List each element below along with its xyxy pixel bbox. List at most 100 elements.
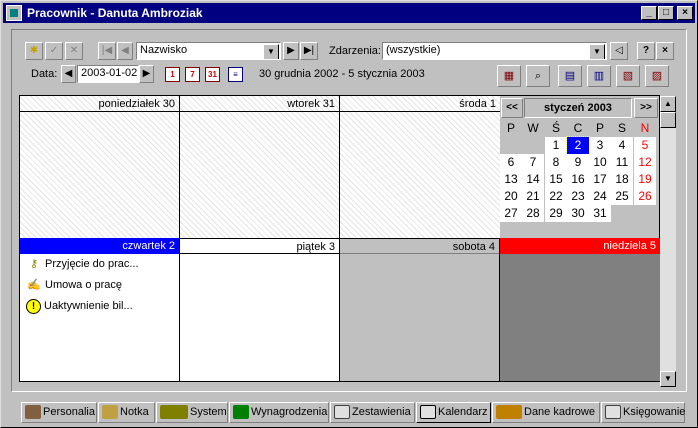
next-record-icon[interactable]: ▶ xyxy=(283,42,299,60)
first-record-icon[interactable]: |◀ xyxy=(98,42,116,60)
tab-notka[interactable]: Notka xyxy=(98,402,155,423)
events-select[interactable]: (wszystkie) ▼ xyxy=(382,42,607,60)
accept-icon[interactable]: ✓ xyxy=(45,42,63,60)
document-settings-icon[interactable]: ▥ xyxy=(587,65,611,87)
mini-day[interactable]: 9 xyxy=(567,154,589,171)
mini-day[interactable]: 26 xyxy=(634,188,656,205)
mini-day[interactable]: 17 xyxy=(589,171,611,188)
mini-day[interactable]: 11 xyxy=(611,154,633,171)
mini-day[interactable]: 19 xyxy=(634,171,656,188)
back-icon[interactable]: ◁ xyxy=(610,42,628,60)
new-icon[interactable]: ✱ xyxy=(25,42,43,60)
mini-day[interactable]: 29 xyxy=(545,205,567,222)
mini-day[interactable]: 31 xyxy=(589,205,611,222)
close-button[interactable]: × xyxy=(677,6,693,20)
day-cell-sunday[interactable]: niedziela 5 xyxy=(500,238,660,381)
day-cell-thursday[interactable]: czwartek 2 ⚷ Przyjęcie do prac... ✍ Umowa … xyxy=(20,238,180,381)
mini-day[interactable]: 3 xyxy=(589,137,611,154)
tab-label: System xyxy=(190,406,227,418)
event-item[interactable]: ! Uaktywnienie bil... xyxy=(26,297,133,315)
tab-personalia[interactable]: Personalia xyxy=(21,402,97,423)
month-label: styczeń 2003 xyxy=(524,98,632,118)
help-icon[interactable]: ? xyxy=(637,42,655,60)
tab-kalendarz[interactable]: Kalendarz xyxy=(416,402,491,423)
document-icon[interactable]: ▤ xyxy=(558,65,582,87)
tab-dane-kadrowe[interactable]: Dane kadrowe xyxy=(492,402,600,423)
date-prev-icon[interactable]: ◀ xyxy=(61,65,76,83)
mini-day[interactable]: 28 xyxy=(522,205,544,222)
mini-day[interactable]: 10 xyxy=(589,154,611,171)
weekday-label: Ś xyxy=(551,121,560,135)
mini-day[interactable]: 27 xyxy=(500,205,522,222)
app-icon[interactable] xyxy=(6,5,22,21)
tab-zestawienia[interactable]: Zestawienia xyxy=(330,402,415,423)
tab-system[interactable]: System xyxy=(156,402,228,423)
title-bar[interactable]: Pracownik - Danuta Ambroziak _ □ × xyxy=(3,3,695,23)
day-header: poniedziałek 30 xyxy=(20,96,179,112)
next-month-button[interactable]: >> xyxy=(634,98,658,118)
mini-day[interactable]: 8 xyxy=(545,154,567,171)
scroll-down-icon[interactable]: ▼ xyxy=(660,371,676,387)
mini-day[interactable]: 14 xyxy=(522,171,544,188)
mini-day[interactable]: 6 xyxy=(500,154,522,171)
mini-day[interactable]: 18 xyxy=(611,171,633,188)
mini-day[interactable]: 22 xyxy=(545,188,567,205)
calendar-icon[interactable]: ▦ xyxy=(497,65,521,87)
mini-day[interactable]: 12 xyxy=(634,154,656,171)
warning-icon: ! xyxy=(26,298,41,314)
mini-day[interactable]: 5 xyxy=(634,137,656,154)
mini-day[interactable]: 21 xyxy=(522,188,544,205)
scroll-thumb[interactable] xyxy=(660,112,676,128)
date-next-icon[interactable]: ▶ xyxy=(139,65,154,83)
sort-select[interactable]: Nazwisko ▼ xyxy=(136,42,281,60)
day-cell-wednesday[interactable]: środa 1 xyxy=(340,96,500,239)
tab-label: Dane kadrowe xyxy=(524,406,595,418)
empty-day xyxy=(522,137,544,154)
prev-record-icon[interactable]: ◀ xyxy=(117,42,133,60)
search-icon[interactable]: ⌕ xyxy=(526,65,550,87)
mini-day[interactable]: 16 xyxy=(567,171,589,188)
window-title: Pracownik - Danuta Ambroziak xyxy=(27,6,203,20)
mini-day-selected[interactable]: 2 xyxy=(566,136,590,155)
mini-day[interactable]: 20 xyxy=(500,188,522,205)
mini-day[interactable]: 7 xyxy=(522,154,544,171)
day-cell-monday[interactable]: poniedziałek 30 xyxy=(20,96,180,239)
event-item[interactable]: ✍ Umowa o pracę xyxy=(26,276,122,294)
scroll-up-icon[interactable]: ▲ xyxy=(660,96,676,112)
week-view-button[interactable]: 7 xyxy=(185,67,200,82)
cancel-icon[interactable]: ✕ xyxy=(65,42,83,60)
events-label: Zdarzenia: xyxy=(329,45,381,57)
tab-label: Notka xyxy=(120,406,149,418)
event-item[interactable]: ⚷ Przyjęcie do prac... xyxy=(26,255,139,273)
minimize-button[interactable]: _ xyxy=(641,6,657,20)
vertical-scrollbar[interactable]: ▲ ▼ xyxy=(660,96,676,387)
mini-day[interactable]: 30 xyxy=(567,205,589,222)
planner-icon[interactable]: ▨ xyxy=(645,65,669,87)
month-view-button[interactable]: 31 xyxy=(205,67,220,82)
day-cell-saturday[interactable]: sobota 4 xyxy=(340,238,500,381)
day-view-button[interactable]: 1 xyxy=(165,67,180,82)
mini-day[interactable]: 23 xyxy=(567,188,589,205)
person-icon xyxy=(25,405,41,420)
weekday-label: W xyxy=(527,121,539,135)
tab-ksiegowanie[interactable]: Księgowanie xyxy=(601,402,685,423)
prev-month-button[interactable]: << xyxy=(501,98,523,118)
chevron-down-icon[interactable]: ▼ xyxy=(589,44,605,59)
day-cell-tuesday[interactable]: wtorek 31 xyxy=(180,96,340,239)
tab-wynagrodzenia[interactable]: Wynagrodzenia xyxy=(229,402,329,423)
maximize-button[interactable]: □ xyxy=(658,6,674,20)
mini-day[interactable]: 24 xyxy=(589,188,611,205)
mini-day[interactable]: 1 xyxy=(545,137,567,154)
day-cell-friday[interactable]: piątek 3 xyxy=(180,238,340,381)
mini-day[interactable]: 13 xyxy=(500,171,522,188)
mini-day[interactable]: 25 xyxy=(611,188,633,205)
day-header-today: czwartek 2 xyxy=(20,238,179,254)
chevron-down-icon[interactable]: ▼ xyxy=(263,44,279,59)
mini-day[interactable]: 4 xyxy=(611,137,633,154)
schedule-icon[interactable]: ▧ xyxy=(616,65,640,87)
mini-day[interactable]: 15 xyxy=(545,171,567,188)
list-view-button[interactable]: ≡ xyxy=(228,67,243,82)
last-record-icon[interactable]: ▶| xyxy=(300,42,318,60)
date-field[interactable]: 2003-01-02 xyxy=(77,65,139,83)
close-form-icon[interactable]: × xyxy=(656,42,674,60)
